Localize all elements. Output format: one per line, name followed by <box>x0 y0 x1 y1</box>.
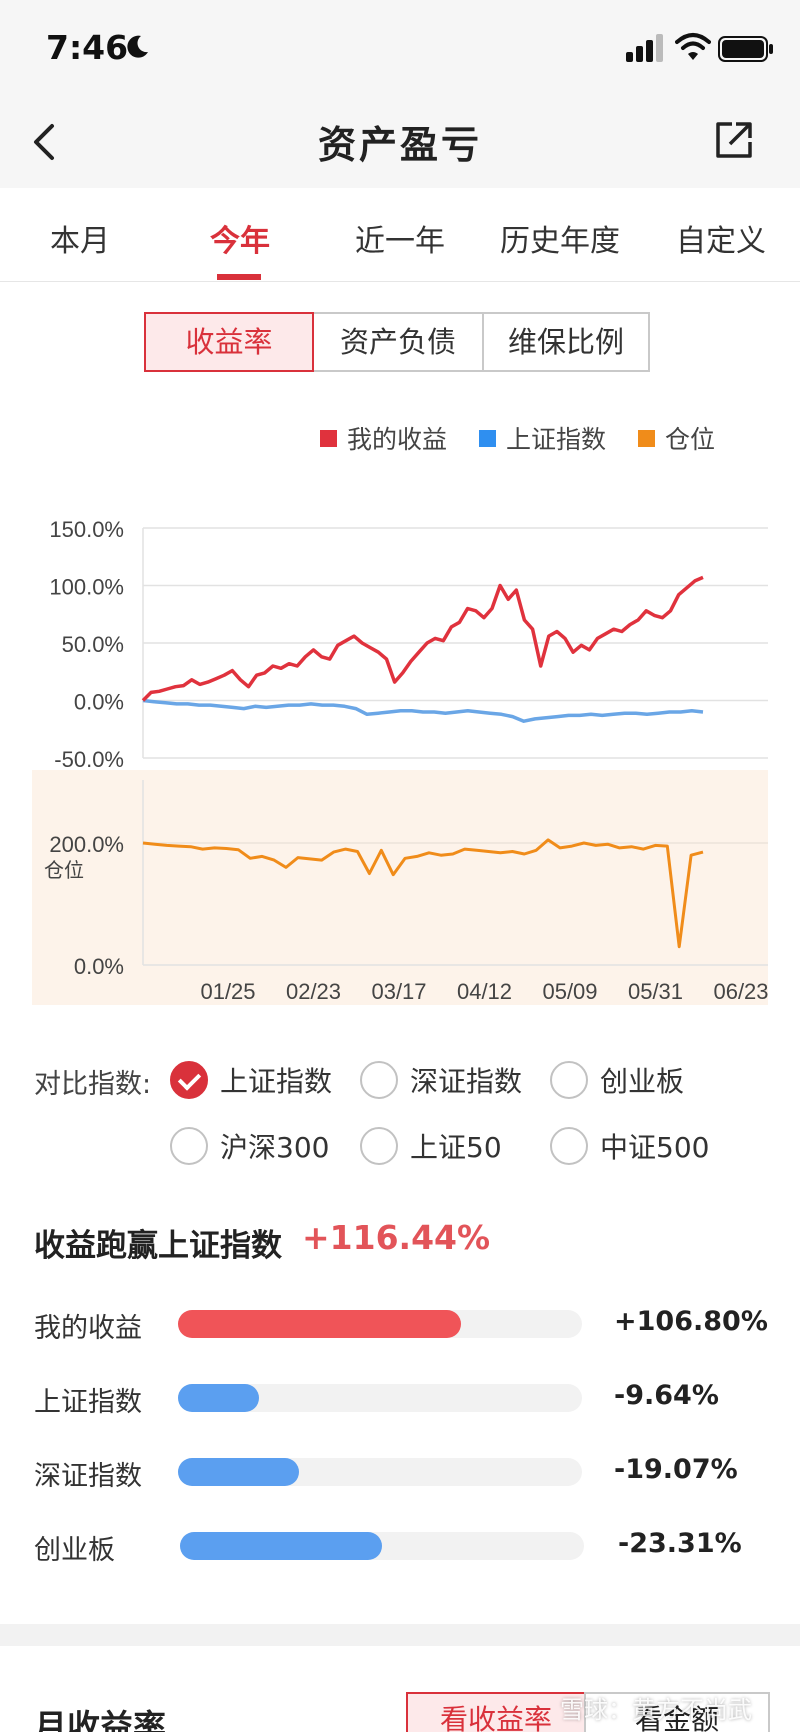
watermark: 雪球：黄方不尚武 <box>560 1696 752 1724</box>
y-tick-label: 100.0% <box>49 575 124 600</box>
bar-track <box>178 1458 582 1486</box>
y-tick-label: 50.0% <box>62 632 124 657</box>
tab-this-year[interactable]: 今年 <box>210 216 270 260</box>
chart-legend: 我的收益 上证指数 仓位 <box>320 420 747 456</box>
outperform-value: +116.44% <box>302 1218 491 1257</box>
tab-this-month[interactable]: 本月 <box>50 216 110 260</box>
signal-icon <box>626 34 663 62</box>
segment-return-rate[interactable]: 收益率 <box>144 312 314 372</box>
return-chart[interactable]: 150.0% 100.0% 50.0% 0.0% -50.0% 200.0% 0.0% 仓位 0… <box>0 490 800 1010</box>
active-tab-indicator <box>217 274 261 280</box>
option-label: 上证指数 <box>220 1065 333 1098</box>
period-tabs: 本月 今年 近一年 历史年度 自定义 <box>0 188 800 282</box>
y-tick-label: 150.0% <box>49 517 124 542</box>
bar-label-chinext: 创业板 <box>34 1535 115 1566</box>
radio-icon[interactable] <box>550 1061 588 1099</box>
bar-track <box>178 1384 582 1412</box>
option-csi300[interactable]: 沪深300 <box>170 1126 329 1166</box>
option-label: 上证50 <box>410 1131 502 1164</box>
legend-label: 上证指数 <box>506 425 607 454</box>
option-csi500[interactable]: 中证500 <box>550 1126 709 1166</box>
compare-index-label: 对比指数: <box>34 1069 152 1100</box>
bar-value-my-return: +106.80% <box>614 1306 768 1337</box>
legend-label: 仓位 <box>665 425 716 454</box>
bar-track <box>178 1310 582 1338</box>
radio-icon[interactable] <box>360 1127 398 1165</box>
bar-fill-szse <box>178 1458 300 1486</box>
option-label: 中证500 <box>600 1131 710 1164</box>
check-icon[interactable] <box>170 1061 208 1099</box>
option-label: 深证指数 <box>410 1065 523 1098</box>
option-label: 创业板 <box>600 1065 685 1098</box>
legend-swatch <box>320 429 337 447</box>
legend-swatch <box>638 429 656 447</box>
x-tick-label: 05/31 <box>628 979 683 1004</box>
series-line-sse <box>142 698 704 723</box>
radio-icon[interactable] <box>170 1127 208 1165</box>
bar-label-my-return: 我的收益 <box>34 1313 142 1344</box>
bar-fill-my-return <box>178 1310 461 1338</box>
bar-label-szse: 深证指数 <box>34 1461 142 1492</box>
radio-icon[interactable] <box>360 1061 398 1099</box>
y-tick-label: 0.0% <box>74 954 124 979</box>
bar-value-sse: -9.64% <box>614 1380 719 1411</box>
y-tick-label: -50.0% <box>54 747 124 772</box>
monthly-return-title: 月收益率 <box>34 1707 166 1732</box>
tab-custom[interactable]: 自定义 <box>676 216 766 260</box>
legend-swatch <box>479 429 497 447</box>
option-label: 沪深300 <box>220 1131 330 1164</box>
status-bar: 7:46 <box>0 0 800 100</box>
y-axis-label: 仓位 <box>44 858 84 882</box>
option-chinext[interactable]: 创业板 <box>550 1060 684 1100</box>
x-tick-label: 01/25 <box>200 979 255 1004</box>
tab-history-years[interactable]: 历史年度 <box>500 216 620 260</box>
page-title: 资产盈亏 <box>317 123 482 167</box>
x-tick-label: 05/09 <box>542 979 597 1004</box>
legend-item-my-return: 我的收益 <box>320 420 447 456</box>
bar-label-sse: 上证指数 <box>34 1387 142 1418</box>
legend-item-sse: 上证指数 <box>479 420 606 456</box>
bar-value-szse: -19.07% <box>614 1454 738 1485</box>
x-tick-label: 02/23 <box>286 979 341 1004</box>
segment-margin-ratio[interactable]: 维保比例 <box>482 312 650 372</box>
option-sse50[interactable]: 上证50 <box>360 1126 502 1166</box>
moon-icon <box>127 35 148 58</box>
series-line-my-return <box>141 575 704 702</box>
x-tick-label: 06/23 <box>713 979 768 1004</box>
nav-bar: 资产盈亏 <box>0 100 800 188</box>
x-tick-label: 03/17 <box>371 979 426 1004</box>
tab-last-year[interactable]: 近一年 <box>355 216 445 260</box>
option-sse[interactable]: 上证指数 <box>170 1060 332 1100</box>
bar-fill-sse <box>178 1384 259 1412</box>
y-tick-label: 0.0% <box>74 690 124 715</box>
share-icon[interactable] <box>712 118 756 162</box>
legend-label: 我的收益 <box>347 425 448 454</box>
wifi-icon <box>675 33 711 60</box>
legend-item-position: 仓位 <box>638 420 715 456</box>
status-time: 7:46 <box>46 28 129 67</box>
x-tick-label: 04/12 <box>457 979 512 1004</box>
y-tick-label: 200.0% <box>49 832 124 857</box>
radio-icon[interactable] <box>550 1127 588 1165</box>
option-szse[interactable]: 深证指数 <box>360 1060 522 1100</box>
section-divider <box>0 1624 800 1646</box>
view-rate-button[interactable]: 看收益率 <box>406 1692 586 1732</box>
bar-value-chinext: -23.31% <box>618 1528 742 1559</box>
segment-assets-liabilities[interactable]: 资产负债 <box>312 312 484 372</box>
bar-track <box>180 1532 584 1560</box>
outperform-title: 收益跑赢上证指数 <box>34 1228 282 1264</box>
battery-icon <box>718 36 773 62</box>
bar-fill-chinext <box>180 1532 382 1560</box>
